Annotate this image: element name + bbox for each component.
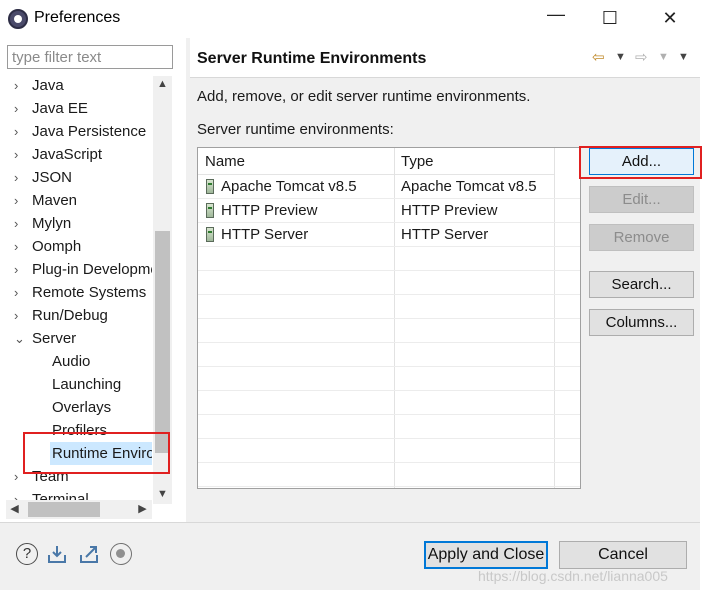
back-arrow-icon[interactable]: ⇦ xyxy=(592,48,605,66)
horizontal-scroll-thumb[interactable] xyxy=(28,502,100,517)
empty-row xyxy=(198,391,580,415)
close-button[interactable]: ✕ xyxy=(658,8,682,29)
forward-dropdown-icon[interactable]: ▼ xyxy=(658,51,669,63)
expand-chevron-icon[interactable]: › xyxy=(14,212,26,235)
preferences-window: Preferences — ☐ ✕ ›Java ›Java EE ›Java P… xyxy=(0,0,702,590)
empty-row xyxy=(198,247,580,271)
row-name: Apache Tomcat v8.5 xyxy=(221,178,357,195)
page-header: Server Runtime Environments ⇦ ▼ ⇨ ▼ ▼ xyxy=(190,38,700,78)
empty-row xyxy=(198,415,580,439)
server-runtime-icon xyxy=(206,179,214,194)
watermark-text: https://blog.csdn.net/lianna005 xyxy=(478,568,668,584)
forward-arrow-icon[interactable]: ⇨ xyxy=(635,48,648,66)
window-title: Preferences xyxy=(34,9,121,26)
row-name: HTTP Preview xyxy=(221,202,318,219)
server-runtime-icon xyxy=(206,227,214,242)
expand-chevron-icon[interactable]: › xyxy=(14,74,26,97)
expand-chevron-icon[interactable]: › xyxy=(14,120,26,143)
empty-row xyxy=(198,367,580,391)
empty-row xyxy=(198,343,580,367)
columns-button[interactable]: Columns... xyxy=(589,309,694,336)
empty-row xyxy=(198,319,580,343)
table-row[interactable]: HTTP Server HTTP Server xyxy=(198,223,580,247)
expand-chevron-icon[interactable]: › xyxy=(14,281,26,304)
scroll-left-icon[interactable]: ◀ xyxy=(6,500,23,519)
collapse-chevron-icon[interactable]: ⌄ xyxy=(14,327,26,350)
remove-button[interactable]: Remove xyxy=(589,224,694,251)
expand-chevron-icon[interactable]: › xyxy=(14,97,26,120)
vertical-scroll-thumb[interactable] xyxy=(155,231,170,453)
record-icon[interactable] xyxy=(110,543,132,565)
apply-and-close-button[interactable]: Apply and Close xyxy=(424,541,548,569)
row-type: Apache Tomcat v8.5 xyxy=(401,178,537,195)
minimize-button[interactable]: — xyxy=(544,4,568,25)
empty-row xyxy=(198,295,580,319)
filter-input[interactable] xyxy=(7,45,173,69)
search-button[interactable]: Search... xyxy=(589,271,694,298)
expand-chevron-icon[interactable]: › xyxy=(14,143,26,166)
row-type: HTTP Preview xyxy=(401,202,498,219)
help-icon[interactable]: ? xyxy=(16,543,38,565)
column-header-name[interactable]: Name xyxy=(198,148,394,175)
row-name: HTTP Server xyxy=(221,226,309,243)
empty-row xyxy=(198,439,580,463)
scroll-right-icon[interactable]: ▶ xyxy=(134,500,151,519)
scroll-up-icon[interactable]: ▲ xyxy=(153,76,172,93)
expand-chevron-icon[interactable]: › xyxy=(14,166,26,189)
cancel-button[interactable]: Cancel xyxy=(559,541,687,569)
column-header-type[interactable]: Type xyxy=(394,148,554,175)
expand-chevron-icon[interactable]: › xyxy=(14,258,26,281)
back-dropdown-icon[interactable]: ▼ xyxy=(615,51,626,63)
server-runtime-icon xyxy=(206,203,214,218)
add-button[interactable]: Add... xyxy=(589,148,694,175)
table-row[interactable]: Apache Tomcat v8.5 Apache Tomcat v8.5 xyxy=(198,175,580,199)
maximize-button[interactable]: ☐ xyxy=(598,8,622,29)
environments-label: Server runtime environments: xyxy=(197,121,394,138)
edit-button[interactable]: Edit... xyxy=(589,186,694,213)
import-icon[interactable] xyxy=(46,543,68,565)
view-menu-icon[interactable]: ▼ xyxy=(678,51,689,63)
empty-row xyxy=(198,271,580,295)
table-row[interactable]: HTTP Preview HTTP Preview xyxy=(198,199,580,223)
navigation-pane: ›Java ›Java EE ›Java Persistence ›JavaSc… xyxy=(0,38,186,522)
expand-chevron-icon[interactable]: › xyxy=(14,235,26,258)
expand-chevron-icon[interactable]: › xyxy=(14,465,26,488)
expand-chevron-icon[interactable]: › xyxy=(14,304,26,327)
expand-chevron-icon[interactable]: › xyxy=(14,189,26,212)
page-description: Add, remove, or edit server runtime envi… xyxy=(197,88,531,105)
preference-tree: › Java › Java EE › Java Persistence › JavaSc… xyxy=(6,74,152,502)
page-title: Server Runtime Environments xyxy=(197,50,427,67)
eclipse-icon xyxy=(8,9,28,29)
tree-horizontal-scrollbar[interactable]: ◀ ▶ xyxy=(6,500,152,519)
tree-vertical-scrollbar[interactable]: ▲ ▼ xyxy=(153,76,172,504)
runtime-environments-table[interactable]: Name Type Apache Tomcat v8.5 Apache Tomc… xyxy=(197,147,581,489)
row-type: HTTP Server xyxy=(401,226,489,243)
empty-row xyxy=(198,463,580,487)
page-content: Add, remove, or edit server runtime envi… xyxy=(190,78,702,522)
title-bar: Preferences — ☐ ✕ xyxy=(0,0,700,38)
export-icon[interactable] xyxy=(78,543,100,565)
scroll-down-icon[interactable]: ▼ xyxy=(153,486,172,503)
